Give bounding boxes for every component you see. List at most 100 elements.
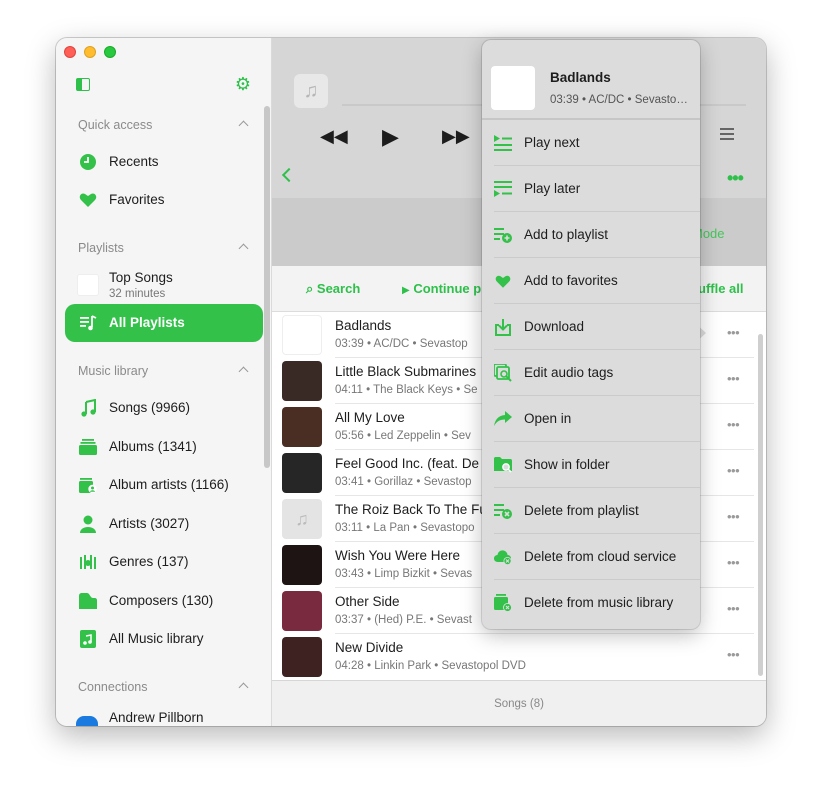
- menu-item-add-to-playlist[interactable]: Add to playlist: [482, 212, 700, 258]
- album-art: [282, 315, 322, 355]
- play-icon: ▶: [402, 285, 410, 296]
- sidebar-item-top-songs[interactable]: Top Songs 32 minutes: [65, 266, 263, 304]
- menu-item-label: Show in folder: [524, 457, 610, 472]
- song-count: Songs (8): [494, 698, 544, 710]
- search-button[interactable]: ⌕ Search: [306, 281, 360, 297]
- menu-item-show-in-folder[interactable]: Show in folder: [482, 442, 700, 488]
- menu-item-delete-from-playlist[interactable]: Delete from playlist: [482, 488, 700, 534]
- queue-icon[interactable]: [716, 128, 734, 142]
- sidebar-item-genres[interactable]: Genres (137): [65, 543, 263, 581]
- sidebar-item-label: Favorites: [109, 192, 165, 207]
- sidebar-item-label: Songs (9966): [109, 400, 191, 415]
- clock-icon: [79, 153, 97, 171]
- zoom-window-button[interactable]: [104, 46, 116, 58]
- song-title: Feel Good Inc. (feat. De: [335, 456, 480, 471]
- song-meta: 03:37 • (Hed) P.E. • Sevast: [335, 614, 472, 626]
- music-note-placeholder-icon: ♫: [282, 499, 322, 539]
- more-options-icon[interactable]: •••: [727, 647, 740, 662]
- list-footer: Songs (8): [272, 680, 766, 726]
- sidebar-item-album-artists[interactable]: Album artists (1166): [65, 466, 263, 504]
- menu-item-delete-from-library[interactable]: Delete from music library: [482, 580, 700, 626]
- song-title: Little Black Submarines: [335, 364, 477, 379]
- sidebar-item-all-playlists[interactable]: All Playlists: [65, 304, 263, 342]
- album-art: [282, 407, 322, 447]
- playlist-thumbnail: [77, 274, 99, 296]
- sidebar-item-albums[interactable]: Albums (1341): [65, 428, 263, 466]
- section-header-music-library: Music library: [78, 364, 149, 378]
- menu-header: Badlands 03:39 • AC/DC • Sevastopol DVD: [482, 40, 700, 120]
- menu-item-download[interactable]: Download: [482, 304, 700, 350]
- album-art: [282, 453, 322, 493]
- album-stack-icon: [79, 438, 97, 456]
- more-options-icon[interactable]: •••: [727, 509, 740, 524]
- section-header-playlists: Playlists: [78, 241, 124, 255]
- menu-item-label: Play later: [524, 181, 581, 196]
- more-options-icon[interactable]: •••: [727, 168, 744, 189]
- heart-icon: [494, 272, 512, 290]
- song-meta: 04:11 • The Black Keys • Se: [335, 384, 478, 396]
- menu-item-label: Play next: [524, 135, 580, 150]
- album-art: [282, 545, 322, 585]
- sidebar-scrollbar[interactable]: [264, 106, 270, 468]
- menu-item-edit-audio-tags[interactable]: Edit audio tags: [482, 350, 700, 396]
- more-options-icon[interactable]: •••: [727, 371, 740, 386]
- sidebar-item-label: Andrew Pillborn: [109, 710, 204, 725]
- cloud-icon: [76, 716, 98, 726]
- sidebar-item-label: Album artists (1166): [109, 477, 229, 492]
- delete-playlist-icon: [494, 502, 512, 520]
- sidebar-item-recents[interactable]: Recents: [65, 143, 263, 181]
- gear-icon[interactable]: ⚙: [234, 75, 252, 93]
- sidebar-item-all-music-library[interactable]: All Music library: [65, 620, 263, 658]
- album-artist-icon: [79, 476, 97, 494]
- search-icon: ⌕: [306, 281, 314, 296]
- shuffle-all-button[interactable]: uffle all: [698, 281, 744, 296]
- sidebar-item-favorites[interactable]: Favorites: [65, 181, 263, 219]
- chevron-up-icon[interactable]: [238, 680, 248, 690]
- list-scrollbar[interactable]: [758, 334, 763, 676]
- sidebar-item-composers[interactable]: Composers (130): [65, 582, 263, 620]
- menu-item-play-next[interactable]: Play next: [482, 120, 700, 166]
- add-to-playlist-icon: [494, 226, 512, 244]
- album-art: [282, 591, 322, 631]
- menu-item-play-later[interactable]: Play later: [482, 166, 700, 212]
- chevron-up-icon[interactable]: [238, 364, 248, 374]
- sidebar-item-artists[interactable]: Artists (3027): [65, 505, 263, 543]
- chevron-up-icon[interactable]: [238, 118, 248, 128]
- more-options-icon[interactable]: •••: [727, 325, 740, 340]
- more-options-icon[interactable]: •••: [727, 417, 740, 432]
- menu-item-open-in[interactable]: Open in: [482, 396, 700, 442]
- more-options-icon[interactable]: •••: [727, 601, 740, 616]
- section-header-quick-access: Quick access: [78, 118, 153, 132]
- rewind-button[interactable]: ◀◀: [320, 126, 348, 147]
- menu-item-label: Delete from cloud service: [524, 549, 677, 564]
- playlists-icon: [79, 314, 97, 332]
- close-window-button[interactable]: [64, 46, 76, 58]
- table-row[interactable]: New Divide 04:28 • Linkin Park • Sevasto…: [272, 634, 766, 680]
- song-title: Wish You Were Here: [335, 548, 461, 563]
- chevron-up-icon[interactable]: [238, 241, 248, 251]
- fast-forward-button[interactable]: ▶▶: [442, 126, 470, 147]
- continue-playing-button[interactable]: ▶ Continue pl: [402, 281, 485, 296]
- song-title: New Divide: [335, 640, 404, 655]
- back-chevron-icon[interactable]: [281, 167, 297, 183]
- more-options-icon[interactable]: •••: [727, 555, 740, 570]
- song-title: All My Love: [335, 410, 405, 425]
- play-button[interactable]: ▶: [382, 124, 399, 150]
- menu-item-label: Add to playlist: [524, 227, 609, 242]
- more-options-icon[interactable]: •••: [727, 463, 740, 478]
- heart-icon: [79, 191, 97, 209]
- sidebar-item-label: All Playlists: [109, 315, 185, 330]
- minimize-window-button[interactable]: [84, 46, 96, 58]
- menu-item-add-to-favorites[interactable]: Add to favorites: [482, 258, 700, 304]
- song-meta: 03:41 • Gorillaz • Sevastop: [335, 476, 472, 488]
- song-title: Badlands: [335, 318, 392, 333]
- menu-item-delete-from-cloud[interactable]: Delete from cloud service: [482, 534, 700, 580]
- folder-search-icon: [494, 456, 512, 474]
- song-meta: 03:39 • AC/DC • Sevastop: [335, 338, 468, 350]
- sidebar-toggle-icon[interactable]: [76, 78, 90, 91]
- menu-item-label: Edit audio tags: [524, 365, 614, 380]
- album-art: [282, 637, 322, 677]
- sidebar-item-songs[interactable]: Songs (9966): [65, 389, 263, 427]
- sidebar-item-label: Artists (3027): [109, 516, 190, 531]
- piano-icon: [79, 592, 97, 610]
